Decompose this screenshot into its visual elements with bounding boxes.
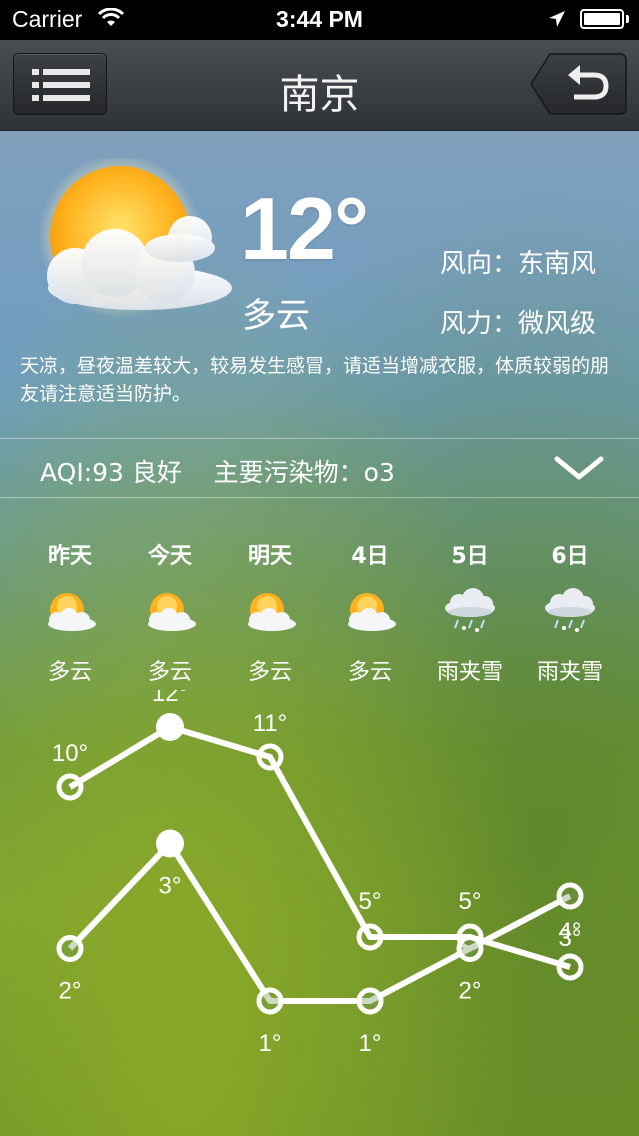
high-temp-label: 11° (253, 710, 288, 737)
low-temp-label: 1° (259, 1030, 282, 1057)
low-temp-point (56, 935, 84, 962)
high-temp-point (556, 953, 584, 981)
temperature-chart: 10°2°12°3°11°1°5°1°5°2°4°3° (52, 690, 584, 1057)
forecast-day: 明天 多云 (220, 540, 320, 686)
weather-advice: 天凉，昼夜温差较大，较易发生感冒，请适当增减衣服，体质较弱的朋友请注意适当防护。 (20, 355, 610, 405)
high-temp-point (56, 773, 84, 801)
navigation-bar: 南京 (0, 40, 639, 131)
battery-icon (580, 9, 624, 29)
low-temp-label: 2° (459, 978, 482, 1005)
current-condition: 多云 (242, 296, 310, 336)
low-temp-point (456, 935, 484, 962)
forecast-day: 今天 多云 (120, 540, 220, 686)
partly-cloudy-icon (320, 582, 420, 642)
forecast-day-label: 明天 (247, 544, 292, 569)
high-temp-label: 5° (459, 888, 482, 915)
low-temp-label: 3° (559, 925, 582, 952)
low-temp-point (156, 829, 184, 858)
sleet-icon (420, 582, 520, 642)
high-temp-line (68, 724, 571, 970)
low-temp-point (356, 987, 384, 1015)
current-temperature: 12° (240, 179, 369, 278)
forecast-day: 昨天 多云 (20, 540, 120, 686)
forecast-day: 6日 雨夹雪 (520, 540, 620, 686)
high-temp-label: 12° (152, 690, 188, 707)
chevron-down-icon[interactable] (554, 455, 604, 487)
low-temp-line (67, 840, 572, 1004)
status-bar: Carrier 3:44 PM (0, 0, 639, 40)
forecast-day: 4日 多云 (320, 540, 420, 686)
high-temp-point (156, 713, 184, 741)
low-temp-label: 2° (59, 978, 82, 1005)
low-temp-label: 1° (359, 1030, 382, 1057)
forecast-day-label: 4日 (351, 544, 389, 569)
high-temp-point (256, 743, 284, 771)
back-button[interactable] (530, 53, 627, 115)
high-temp-label: 5° (359, 888, 382, 915)
forecast-day-label: 5日 (451, 544, 489, 569)
low-temp-point (256, 987, 284, 1015)
high-temp-point (356, 923, 384, 951)
forecast-condition: 多云 (347, 660, 392, 685)
low-temp-label: 3° (159, 873, 182, 900)
aqi-text: AQI:93 良好 主要污染物：o3 (40, 458, 395, 487)
forecast-day: 5日 雨夹雪 (420, 540, 520, 686)
clock: 3:44 PM (276, 6, 363, 32)
forecast-condition: 雨夹雪 (536, 660, 603, 685)
aqi-bar[interactable]: AQI:93 良好 主要污染物：o3 (0, 438, 639, 498)
forecast-condition: 多云 (147, 660, 192, 685)
wind-power: 风力：微风级 (440, 309, 597, 339)
forecast-condition: 雨夹雪 (436, 660, 503, 685)
forecast-condition: 多云 (247, 660, 292, 685)
high-temp-label: 10° (52, 740, 88, 767)
location-arrow-icon (548, 10, 566, 32)
partly-cloudy-icon (20, 582, 120, 642)
partly-cloudy-icon (20, 154, 235, 342)
forecast-day-label: 今天 (147, 544, 192, 569)
partly-cloudy-icon (220, 582, 320, 642)
wind-direction: 风向：东南风 (440, 249, 597, 279)
forecast-day-label: 昨天 (47, 544, 92, 569)
sleet-icon (520, 582, 620, 642)
forecast-day-label: 6日 (551, 544, 589, 569)
forecast-condition: 多云 (47, 660, 92, 685)
low-temp-point (556, 882, 584, 910)
partly-cloudy-icon (120, 582, 220, 642)
